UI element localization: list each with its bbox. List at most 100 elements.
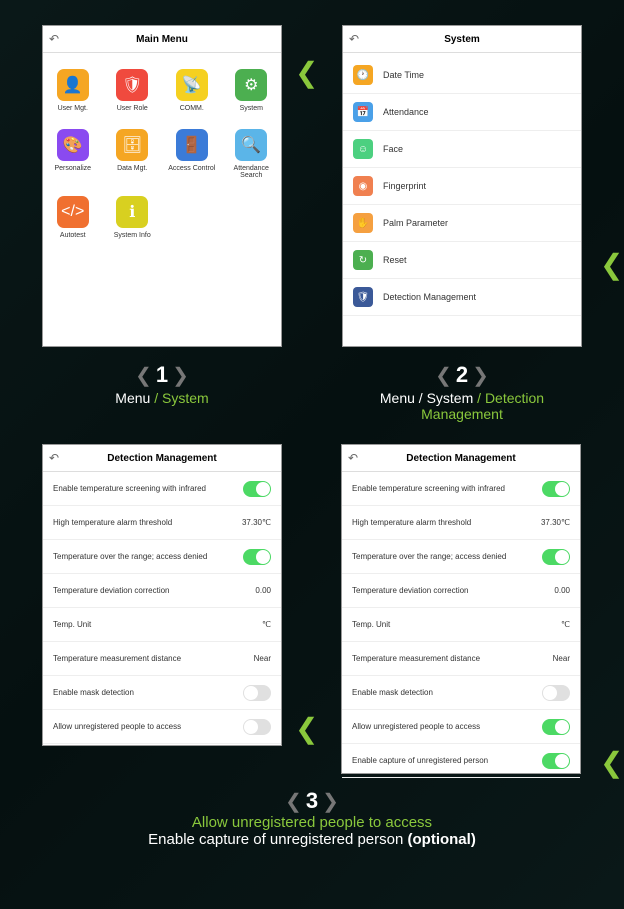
setting-row[interactable]: Temperature measurement distanceNear (342, 642, 580, 676)
setting-row[interactable]: High temperature alarm threshold37.30℃ (342, 506, 580, 540)
system-icon: ☺ (353, 139, 373, 159)
setting-value: 0.00 (255, 586, 271, 595)
menu-item[interactable]: ⚙System (222, 63, 282, 123)
system-row[interactable]: ✋Palm Parameter (343, 205, 581, 242)
menu-item[interactable]: 🗄 Data Mgt. (103, 123, 163, 190)
flow-chevron-icon: ❮ (295, 712, 318, 745)
screen-main-menu: ↶ Main Menu 👤User Mgt.🛡User Role📡COMM.⚙S… (42, 25, 282, 347)
setting-value: 0.00 (554, 586, 570, 595)
system-icon: 🛡 (353, 287, 373, 307)
step-number: 3 (306, 788, 318, 814)
toggle[interactable] (542, 549, 570, 565)
menu-item[interactable]: </>Autotest (43, 190, 103, 250)
screen-title: Main Menu (49, 34, 275, 45)
toggle[interactable] (243, 685, 271, 701)
header: ↶ Main Menu (43, 26, 281, 53)
system-label: Attendance (383, 107, 429, 117)
setting-row[interactable]: Enable mask detection (342, 676, 580, 710)
menu-item[interactable]: 🔍Attendance Search (222, 123, 282, 190)
setting-row[interactable]: Temp. Unit℃ (43, 608, 281, 642)
menu-item[interactable]: ℹSystem Info (103, 190, 163, 250)
menu-label: User Mgt. (58, 105, 88, 113)
system-icon: ↻ (353, 250, 373, 270)
system-list: 🕐Date Time 📅 Attendance ☺Face ◉ Fingerprint ✋P… (343, 53, 581, 320)
setting-label: Temperature deviation correction (352, 586, 469, 595)
menu-item[interactable]: 📡COMM. (162, 63, 222, 123)
step-nav: ❮ 1 ❯ (42, 362, 282, 388)
system-row[interactable]: 📅 Attendance (343, 94, 581, 131)
system-icon: 🕐 (353, 65, 373, 85)
setting-row[interactable]: Temperature measurement distanceNear (43, 642, 281, 676)
menu-icon: ⚙ (235, 69, 267, 101)
setting-row[interactable]: Temperature over the range; access denie… (43, 540, 281, 574)
setting-row[interactable]: Enable temperature screening with infrar… (342, 472, 580, 506)
step-line-2: Enable capture of unregistered person (o… (0, 831, 624, 848)
back-icon[interactable]: ↶ (349, 32, 359, 46)
setting-row[interactable]: Enable mask detection (43, 676, 281, 710)
back-icon[interactable]: ↶ (49, 451, 59, 465)
setting-value: ℃ (561, 620, 570, 629)
system-label: Fingerprint (383, 181, 426, 191)
screen-title: Detection Management (49, 453, 275, 464)
toggle[interactable] (243, 719, 271, 735)
system-row[interactable]: ☺Face (343, 131, 581, 168)
setting-label: Enable temperature screening with infrar… (352, 484, 505, 493)
toggle[interactable] (542, 685, 570, 701)
menu-icon: 🔍 (235, 129, 267, 161)
setting-row[interactable]: Allow unregistered people to access (342, 710, 580, 744)
system-row[interactable]: ◉ Fingerprint (343, 168, 581, 205)
setting-row[interactable]: Temperature over the range; access denie… (342, 540, 580, 574)
screen-detection-a: ↶ Detection Management Enable temperatur… (42, 444, 282, 746)
setting-label: High temperature alarm threshold (352, 518, 471, 527)
menu-label: COMM. (180, 105, 204, 113)
system-row[interactable]: 🛡Detection Management (343, 279, 581, 316)
system-label: Palm Parameter (383, 218, 448, 228)
setting-row[interactable]: High temperature alarm threshold37.30℃ (43, 506, 281, 540)
menu-item[interactable]: 🎨Personalize (43, 123, 103, 190)
screen-title: System (349, 34, 575, 45)
step-3: ❮ 3 ❯ Allow unregistered people to acces… (0, 788, 624, 848)
back-icon[interactable]: ↶ (348, 451, 358, 465)
screen-title: Detection Management (348, 453, 574, 464)
setting-row[interactable]: Enable capture of unregistered person (342, 744, 580, 778)
menu-label: User Role (117, 105, 148, 113)
system-icon: 📅 (353, 102, 373, 122)
step-number: 1 (156, 362, 168, 388)
system-row[interactable]: ↻ Reset (343, 242, 581, 279)
menu-label: Data Mgt. (117, 165, 147, 173)
setting-row[interactable]: Enable temperature screening with infrar… (43, 472, 281, 506)
setting-label: Temperature over the range; access denie… (352, 552, 506, 561)
system-row[interactable]: 🕐Date Time (343, 57, 581, 94)
setting-label: Temp. Unit (53, 620, 91, 629)
system-icon: ◉ (353, 176, 373, 196)
flow-chevron-icon: ❮ (600, 746, 623, 779)
detection-list: Enable temperature screening with infrar… (43, 472, 281, 744)
step-1: ❮ 1 ❯ Menu / System (42, 362, 282, 422)
setting-value: Near (254, 654, 271, 663)
setting-row[interactable]: Allow unregistered people to access (43, 710, 281, 744)
setting-label: Temperature over the range; access denie… (53, 552, 207, 561)
toggle[interactable] (542, 481, 570, 497)
setting-row[interactable]: Temperature deviation correction 0.00 (43, 574, 281, 608)
back-icon[interactable]: ↶ (49, 32, 59, 46)
toggle[interactable] (542, 753, 570, 769)
screen-detection-b: ↶ Detection Management Enable temperatur… (341, 444, 581, 774)
setting-label: Temperature deviation correction (53, 586, 170, 595)
toggle[interactable] (243, 481, 271, 497)
menu-item[interactable]: 👤User Mgt. (43, 63, 103, 123)
toggle[interactable] (542, 719, 570, 735)
setting-row[interactable]: Temp. Unit℃ (342, 608, 580, 642)
menu-item[interactable]: 🛡User Role (103, 63, 163, 123)
menu-item[interactable]: 🚪Access Control (162, 123, 222, 190)
step-number: 2 (456, 362, 468, 388)
setting-label: Allow unregistered people to access (53, 722, 181, 731)
setting-row[interactable]: Temperature deviation correction 0.00 (342, 574, 580, 608)
menu-icon: 🎨 (57, 129, 89, 161)
menu-icon: 🗄 (116, 129, 148, 161)
system-label: Reset (383, 255, 407, 265)
toggle[interactable] (243, 549, 271, 565)
flow-chevron-icon: ❮ (600, 248, 623, 281)
detection-list: Enable temperature screening with infrar… (342, 472, 580, 778)
chevron-left-icon: ❮ (285, 789, 302, 814)
menu-grid: 👤User Mgt.🛡User Role📡COMM.⚙System 🎨Person… (43, 53, 281, 260)
